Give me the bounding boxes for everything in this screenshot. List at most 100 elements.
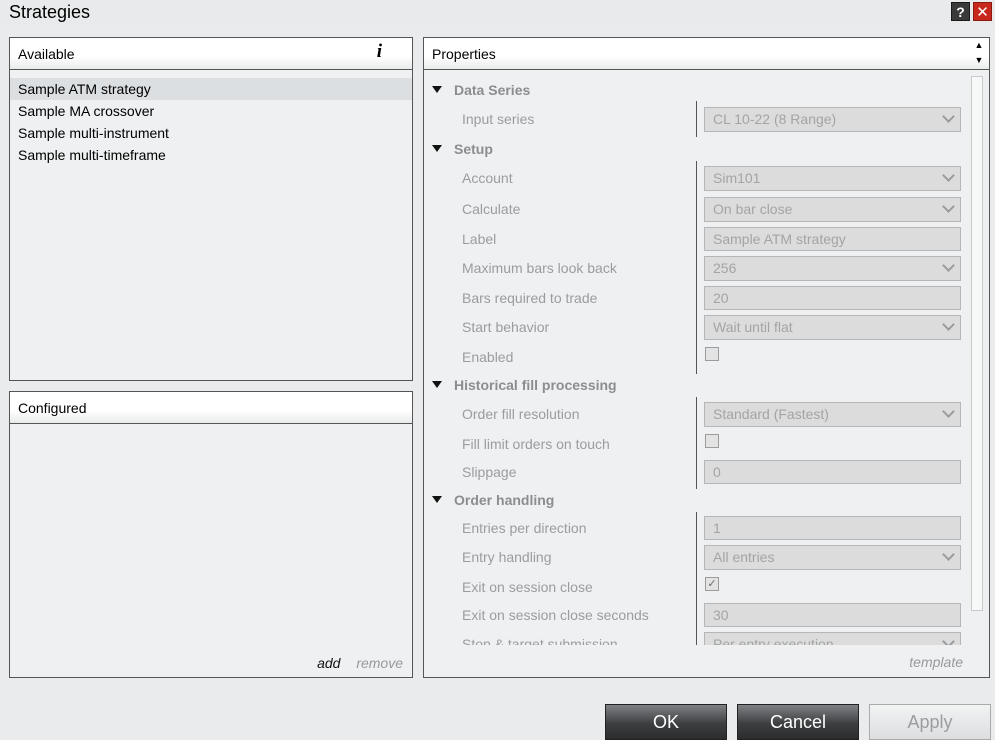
calculate-dropdown[interactable]: On bar close	[704, 197, 961, 222]
ok-button[interactable]: OK	[605, 704, 727, 740]
exit-on-close-seconds-input[interactable]: 30	[704, 603, 961, 627]
properties-panel: Properties ▲ ▼ Data Series Input series …	[423, 37, 990, 678]
property-label: Calculate	[462, 201, 521, 217]
strategy-item-multi-instrument[interactable]: Sample multi-instrument	[10, 122, 412, 144]
property-row-calculate: Calculate On bar close	[424, 195, 969, 223]
property-label: Input series	[462, 111, 535, 127]
property-label: Stop & target submission	[462, 636, 618, 645]
entry-handling-dropdown[interactable]: All entries	[704, 545, 961, 570]
property-label: Enabled	[462, 349, 514, 365]
slippage-input[interactable]: 0	[704, 460, 961, 484]
available-panel: Available i Sample ATM strategy Sample M…	[9, 37, 413, 381]
stop-target-dropdown[interactable]: Per entry execution	[704, 632, 961, 645]
category-label: Order handling	[454, 492, 555, 508]
category-historical-fill[interactable]: Historical fill processing	[432, 375, 617, 395]
strategy-list: Sample ATM strategy Sample MA crossover …	[10, 78, 412, 166]
input-series-dropdown[interactable]: CL 10-22 (8 Range)	[704, 107, 961, 132]
property-label: Label	[462, 231, 497, 247]
field-value: 256	[713, 260, 737, 276]
add-remove-links: add remove	[317, 655, 403, 671]
property-grid: Data Series Input series CL 10-22 (8 Ran…	[424, 71, 969, 645]
property-row-exit-on-close-seconds: Exit on session close seconds 30	[424, 601, 969, 629]
entries-per-direction-input[interactable]: 1	[704, 516, 961, 540]
configured-header: Configured	[10, 392, 412, 424]
start-behavior-dropdown[interactable]: Wait until flat	[704, 315, 961, 340]
property-label: Account	[462, 170, 513, 186]
account-dropdown[interactable]: Sim101	[704, 166, 961, 191]
chevron-down-icon	[942, 200, 955, 213]
chevron-down-icon	[942, 259, 955, 272]
field-value: Per entry execution	[713, 636, 834, 645]
label-input[interactable]: Sample ATM strategy	[704, 227, 961, 251]
template-link[interactable]: template	[909, 654, 963, 670]
property-label: Start behavior	[462, 319, 550, 335]
add-link[interactable]: add	[317, 655, 340, 671]
field-value: Sim101	[713, 170, 761, 186]
cancel-button[interactable]: Cancel	[737, 704, 859, 740]
collapse-triangle-icon[interactable]	[432, 380, 442, 388]
property-row-max-bars: Maximum bars look back 256	[424, 254, 969, 282]
chevron-down-icon	[942, 405, 955, 418]
category-label: Data Series	[454, 82, 531, 98]
property-label: Exit on session close	[462, 579, 593, 595]
help-button[interactable]: ?	[951, 2, 970, 21]
strategy-item-ma-crossover[interactable]: Sample MA crossover	[10, 100, 412, 122]
field-value: Wait until flat	[713, 319, 793, 335]
property-label: Entry handling	[462, 549, 552, 565]
chevron-down-icon	[942, 110, 955, 123]
property-label: Fill limit orders on touch	[462, 436, 610, 452]
field-value: All entries	[713, 549, 775, 565]
bars-required-input[interactable]: 20	[704, 286, 961, 310]
title-bar: Strategies ? ✕	[0, 0, 995, 26]
chevron-down-icon	[942, 635, 955, 645]
property-row-label: Label Sample ATM strategy	[424, 225, 969, 253]
max-bars-dropdown[interactable]: 256	[704, 256, 961, 281]
property-label: Bars required to trade	[462, 290, 598, 306]
properties-header: Properties ▲ ▼	[424, 38, 989, 70]
scroll-up-arrow-icon[interactable]: ▲	[973, 40, 985, 50]
scrollbar-thumb[interactable]	[971, 76, 983, 611]
property-row-fill-limit: Fill limit orders on touch	[424, 430, 969, 458]
info-icon[interactable]: i	[377, 42, 382, 62]
properties-scrollbar[interactable]	[969, 76, 985, 646]
property-row-order-fill-resolution: Order fill resolution Standard (Fastest)	[424, 400, 969, 428]
field-value: CL 10-22 (8 Range)	[713, 111, 837, 127]
available-title: Available	[18, 46, 75, 62]
order-fill-resolution-dropdown[interactable]: Standard (Fastest)	[704, 402, 961, 427]
category-order-handling[interactable]: Order handling	[432, 490, 554, 510]
property-label: Maximum bars look back	[462, 260, 617, 276]
apply-button[interactable]: Apply	[869, 704, 991, 740]
property-row-stop-target: Stop & target submission Per entry execu…	[424, 630, 969, 645]
close-button[interactable]: ✕	[973, 2, 992, 21]
exit-on-close-checkbox[interactable]: ✓	[705, 577, 719, 591]
collapse-triangle-icon[interactable]	[432, 495, 442, 503]
chevron-down-icon	[942, 548, 955, 561]
collapse-triangle-icon[interactable]	[432, 85, 442, 93]
category-label: Setup	[454, 141, 493, 157]
enabled-checkbox[interactable]	[705, 347, 719, 361]
configured-panel: Configured add remove	[9, 391, 413, 678]
field-value: On bar close	[713, 201, 793, 217]
strategy-item-multi-timeframe[interactable]: Sample multi-timeframe	[10, 144, 412, 166]
property-row-exit-on-close: Exit on session close ✓	[424, 573, 969, 601]
property-label: Exit on session close seconds	[462, 607, 649, 623]
property-label: Order fill resolution	[462, 406, 580, 422]
collapse-triangle-icon[interactable]	[432, 144, 442, 152]
property-row-entries-per-direction: Entries per direction 1	[424, 514, 969, 542]
chevron-down-icon	[942, 169, 955, 182]
field-value: Standard (Fastest)	[713, 406, 829, 422]
fill-limit-checkbox[interactable]	[705, 434, 719, 448]
properties-title: Properties	[432, 46, 496, 62]
scroll-down-arrow-icon[interactable]: ▼	[973, 55, 985, 65]
property-label: Slippage	[462, 464, 517, 480]
property-row-entry-handling: Entry handling All entries	[424, 543, 969, 571]
category-label: Historical fill processing	[454, 377, 617, 393]
remove-link[interactable]: remove	[356, 655, 403, 671]
property-row-account: Account Sim101	[424, 164, 969, 192]
property-row-slippage: Slippage 0	[424, 458, 969, 486]
category-data-series[interactable]: Data Series	[432, 80, 530, 100]
property-row-input-series: Input series CL 10-22 (8 Range)	[424, 105, 969, 133]
strategy-item-atm[interactable]: Sample ATM strategy	[10, 78, 412, 100]
property-label: Entries per direction	[462, 520, 587, 536]
category-setup[interactable]: Setup	[432, 139, 493, 159]
